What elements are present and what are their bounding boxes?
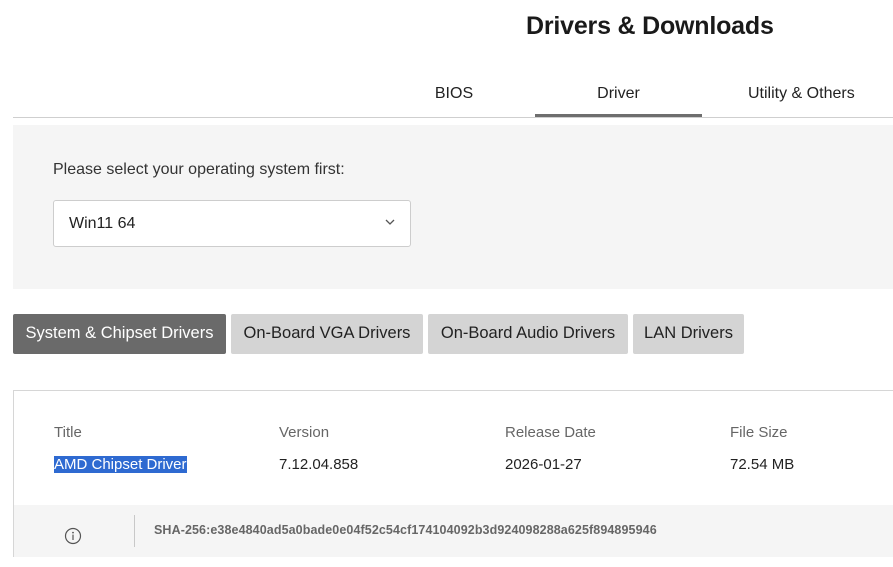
- page-title: Drivers & Downloads: [526, 12, 774, 40]
- os-select-dropdown[interactable]: Win11 64: [53, 200, 411, 247]
- column-header-file-size: File Size: [730, 424, 788, 441]
- sha256-hash: SHA-256:e38e4840ad5a0bade0e04f52c54cf174…: [154, 523, 657, 537]
- column-header-title: Title: [54, 424, 82, 441]
- category-onboard-audio-button[interactable]: On-Board Audio Drivers: [428, 314, 628, 354]
- drivers-downloads-page: Drivers & Downloads BIOS Driver Utility …: [0, 0, 893, 567]
- os-select-value: Win11 64: [69, 215, 136, 232]
- category-system-chipset-button[interactable]: System & Chipset Drivers: [13, 314, 226, 354]
- driver-release-date: 2026-01-27: [505, 456, 582, 473]
- driver-version: 7.12.04.858: [279, 456, 359, 473]
- driver-title[interactable]: AMD Chipset Driver: [54, 456, 187, 473]
- column-header-release-date: Release Date: [505, 424, 596, 441]
- driver-file-size: 72.54 MB: [730, 456, 795, 473]
- download-tabs: BIOS Driver Utility & Others: [13, 73, 893, 118]
- os-selection-panel: Please select your operating system firs…: [13, 125, 893, 289]
- category-onboard-vga-button[interactable]: On-Board VGA Drivers: [231, 314, 423, 354]
- tab-bios[interactable]: BIOS: [385, 73, 523, 117]
- info-icon[interactable]: [64, 527, 82, 545]
- hash-divider: [134, 515, 135, 547]
- os-select-label: Please select your operating system firs…: [53, 161, 345, 178]
- chevron-down-icon: [385, 219, 395, 225]
- tab-driver[interactable]: Driver: [535, 73, 702, 117]
- category-lan-button[interactable]: LAN Drivers: [633, 314, 744, 354]
- driver-hash-row: SHA-256:e38e4840ad5a0bade0e04f52c54cf174…: [14, 505, 893, 557]
- driver-item-card: Title Version Release Date File Size AMD…: [13, 390, 893, 557]
- tab-utility-others[interactable]: Utility & Others: [748, 73, 893, 117]
- column-header-version: Version: [279, 424, 330, 441]
